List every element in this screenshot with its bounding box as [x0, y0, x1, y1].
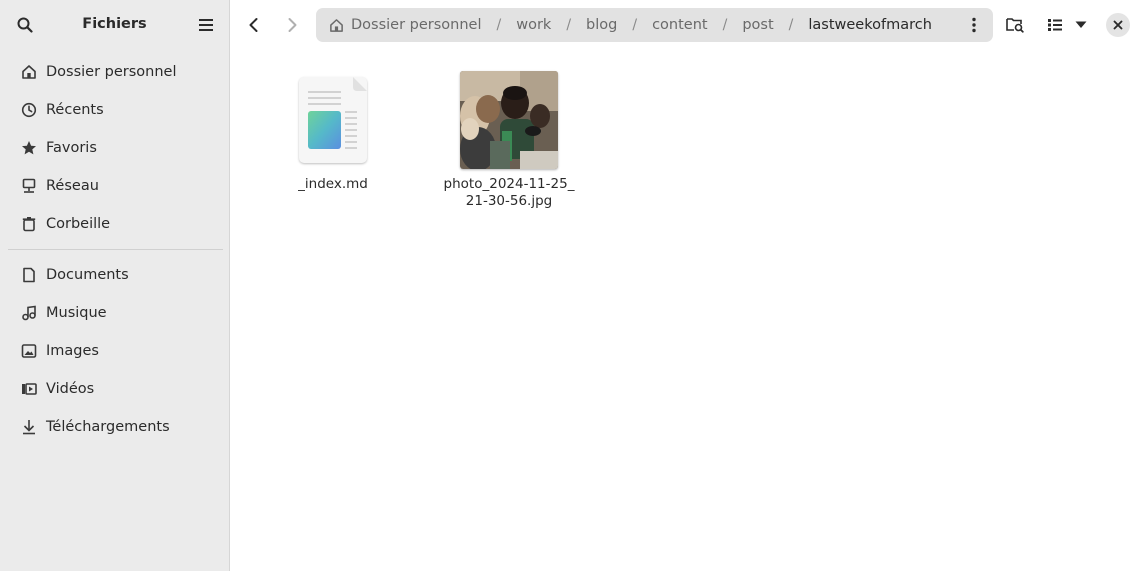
sidebar-item-label: Documents: [46, 267, 129, 283]
breadcrumb-separator: /: [788, 17, 794, 33]
photo-thumbnail-image: [460, 71, 558, 169]
folder-menu-button[interactable]: [959, 10, 989, 40]
file-item[interactable]: photo_2024-11-25_ 21-30-56.jpg: [439, 70, 579, 210]
breadcrumb-home[interactable]: Dossier personnel: [351, 17, 482, 33]
close-window-button[interactable]: [1106, 13, 1130, 37]
vertical-dots-icon: [972, 17, 976, 33]
file-thumbnail: [263, 70, 403, 170]
bookmarks-list: Documents Musique Images Vidéos Téléchar…: [0, 256, 229, 446]
file-name: photo_2024-11-25_ 21-30-56.jpg: [439, 176, 579, 210]
file-name-line: 21-30-56.jpg: [465, 193, 553, 209]
search-in-folder-button[interactable]: [1000, 10, 1030, 40]
sidebar-item-label: Musique: [46, 305, 107, 321]
path-bar: Dossier personnel / work / blog / conten…: [316, 8, 993, 42]
file-name: _index.md: [298, 176, 368, 192]
view-toggle-button[interactable]: [1040, 10, 1070, 40]
chevron-right-icon: [288, 18, 297, 32]
image-icon: [21, 343, 37, 359]
file-grid: _index.md photo_2024-11-25_ 21-30-56.jpg: [230, 50, 1141, 571]
sidebar-item-label: Favoris: [46, 140, 97, 156]
back-button[interactable]: [239, 10, 269, 40]
sidebar-item-videos[interactable]: Vidéos: [8, 370, 221, 408]
sidebar-header: Fichiers: [0, 0, 229, 50]
folder-search-icon: [1006, 18, 1024, 33]
breadcrumb-post[interactable]: post: [742, 17, 773, 33]
trash-icon: [21, 216, 37, 232]
sidebar-divider: [8, 249, 223, 250]
document-icon: [21, 267, 37, 283]
breadcrumb-separator: /: [722, 17, 728, 33]
sidebar-item-label: Corbeille: [46, 216, 111, 232]
chevron-down-icon: [1075, 21, 1087, 28]
places-list: Dossier personnel Récents Favoris Réseau: [0, 53, 229, 243]
sidebar-item-network[interactable]: Réseau: [8, 167, 221, 205]
breadcrumb-current-folder[interactable]: lastweekofmarch: [808, 17, 932, 33]
sidebar-item-downloads[interactable]: Téléchargements: [8, 408, 221, 446]
clock-icon: [21, 102, 37, 118]
sidebar-item-home[interactable]: Dossier personnel: [8, 53, 221, 91]
file-name-line: photo_2024-11-25_: [443, 176, 575, 192]
chevron-left-icon: [249, 18, 258, 32]
sidebar-item-label: Dossier personnel: [46, 64, 177, 80]
breadcrumb-content[interactable]: content: [652, 17, 708, 33]
sidebar: Fichiers Dossier personnel Récents Favor…: [0, 0, 230, 571]
hamburger-menu-icon: [199, 19, 213, 31]
main-content: Dossier personnel / work / blog / conten…: [230, 0, 1141, 571]
sidebar-item-music[interactable]: Musique: [8, 294, 221, 332]
network-icon: [21, 178, 37, 194]
main-menu-button[interactable]: [191, 10, 221, 40]
list-view-icon: [1048, 19, 1062, 31]
sidebar-item-label: Récents: [46, 102, 104, 118]
header-bar: Dossier personnel / work / blog / conten…: [230, 0, 1141, 50]
breadcrumb-separator: /: [632, 17, 638, 33]
sidebar-item-label: Vidéos: [46, 381, 95, 397]
sidebar-item-label: Images: [46, 343, 99, 359]
file-thumbnail: [439, 70, 579, 170]
close-icon: [1113, 20, 1123, 30]
text-document-icon: [299, 77, 367, 163]
file-item[interactable]: _index.md: [263, 70, 403, 193]
file-manager-window: Fichiers Dossier personnel Récents Favor…: [0, 0, 1141, 571]
breadcrumb-blog[interactable]: blog: [586, 17, 617, 33]
video-icon: [21, 381, 37, 397]
breadcrumb-separator: /: [566, 17, 572, 33]
sidebar-item-label: Téléchargements: [46, 419, 170, 435]
sidebar-item-label: Réseau: [46, 178, 99, 194]
home-icon: [21, 64, 37, 80]
forward-button[interactable]: [277, 10, 307, 40]
sidebar-item-pictures[interactable]: Images: [8, 332, 221, 370]
sidebar-item-recent[interactable]: Récents: [8, 91, 221, 129]
music-icon: [21, 305, 37, 321]
star-icon: [21, 140, 37, 156]
sidebar-item-documents[interactable]: Documents: [8, 256, 221, 294]
breadcrumb-separator: /: [496, 17, 502, 33]
sidebar-item-starred[interactable]: Favoris: [8, 129, 221, 167]
home-icon: [329, 17, 345, 33]
download-icon: [21, 419, 37, 435]
view-options-dropdown[interactable]: [1068, 10, 1094, 40]
sidebar-item-trash[interactable]: Corbeille: [8, 205, 221, 243]
breadcrumb-work[interactable]: work: [516, 17, 551, 33]
